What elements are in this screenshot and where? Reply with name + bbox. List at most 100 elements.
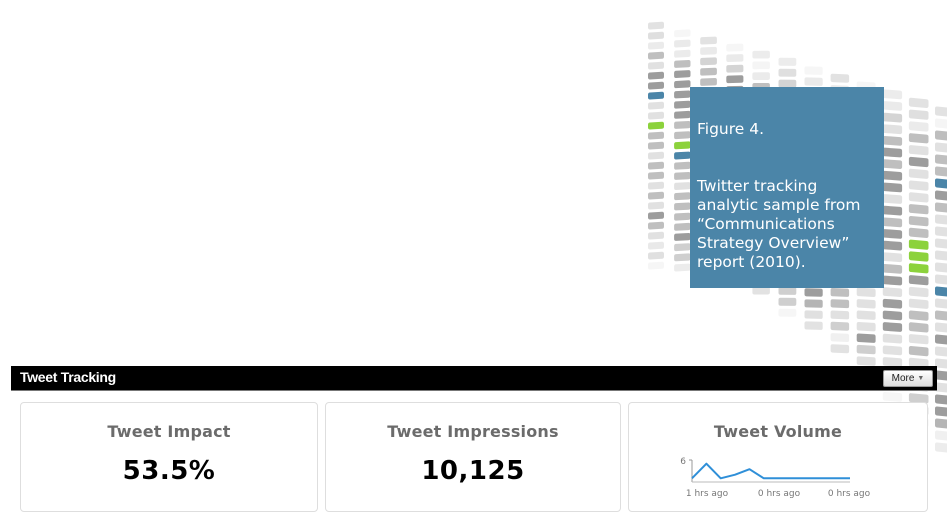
decorative-block — [674, 192, 691, 201]
decorative-block — [674, 141, 691, 150]
decorative-block — [882, 275, 903, 286]
x-tick-label: 0 hrs ago — [758, 489, 801, 499]
decorative-block — [648, 121, 664, 130]
decorative-block — [674, 202, 691, 211]
decorative-block — [908, 121, 929, 132]
decorative-block — [648, 81, 664, 90]
figure-caption-line: Strategy Overview” — [697, 234, 850, 252]
figure-caption-line: “Communications — [697, 215, 835, 233]
decorative-block — [935, 178, 947, 190]
decorative-block — [648, 181, 664, 190]
decorative-block — [648, 231, 664, 240]
decorative-block — [882, 333, 903, 344]
decorative-block — [674, 100, 691, 109]
decorative-block — [804, 321, 823, 330]
decorative-block — [804, 77, 823, 86]
decorative-block — [726, 43, 744, 52]
decorative-block — [882, 217, 903, 228]
decorative-block — [856, 356, 876, 366]
figure-caption-line: analytic sample from — [697, 196, 861, 214]
figure-caption-box: Figure 4. Twitter tracking analytic samp… — [690, 87, 884, 288]
decorative-block — [935, 202, 947, 214]
decorative-block — [882, 310, 903, 321]
decorative-block — [830, 299, 850, 309]
decorative-block — [908, 298, 929, 309]
decorative-block — [674, 161, 691, 170]
decorative-block — [882, 182, 903, 193]
decorative-block — [908, 109, 929, 120]
decorative-block — [935, 442, 947, 454]
decorative-block — [882, 89, 903, 100]
decorative-block — [908, 345, 929, 357]
decorative-block — [935, 118, 947, 130]
decorative-block — [726, 54, 744, 62]
decorative-block — [935, 142, 947, 154]
decorative-block — [674, 233, 691, 241]
decorative-block — [882, 322, 903, 332]
more-button-label: More — [891, 373, 915, 384]
card-title: Tweet Impressions — [387, 422, 559, 441]
series-line-tweet-volume — [691, 462, 850, 480]
decorative-block — [674, 253, 691, 262]
decorative-block — [752, 61, 770, 70]
decorative-block — [830, 333, 850, 343]
decorative-block — [674, 39, 691, 48]
decorative-block — [908, 97, 929, 108]
decorative-block — [648, 201, 664, 210]
decorative-block — [778, 68, 797, 77]
decorative-block — [908, 168, 929, 179]
decorative-block — [726, 64, 744, 73]
decorative-block — [935, 394, 947, 406]
tweet-impressions-card: Tweet Impressions 10,125 — [325, 402, 621, 512]
decorative-block — [648, 131, 664, 140]
decorative-block — [856, 333, 876, 343]
decorative-block — [908, 334, 929, 345]
decorative-block — [778, 57, 797, 66]
decorative-block — [752, 72, 770, 81]
decorative-block — [804, 310, 823, 319]
decorative-block — [882, 124, 903, 135]
decorative-block — [830, 287, 850, 297]
decorative-block — [648, 211, 664, 220]
decorative-block — [804, 299, 823, 308]
decorative-block — [908, 322, 929, 333]
decorative-block — [935, 286, 947, 298]
decorative-block — [908, 286, 929, 298]
decorative-block — [882, 159, 903, 170]
decorative-block — [648, 101, 664, 110]
decorative-block — [674, 121, 691, 129]
decorative-block — [935, 418, 947, 430]
decorative-block — [882, 345, 903, 356]
decorative-block — [935, 322, 947, 334]
decorative-block — [935, 406, 947, 418]
decorative-block — [882, 101, 903, 111]
decorative-block — [908, 275, 929, 286]
decorative-block — [908, 156, 929, 168]
decorative-block — [674, 80, 691, 89]
decorative-block — [674, 131, 691, 140]
decorative-block — [935, 130, 947, 142]
decorative-block — [830, 310, 850, 320]
decorative-block — [648, 251, 664, 260]
figure-title: Figure 4. — [697, 120, 765, 138]
decorative-block — [648, 241, 664, 250]
more-button[interactable]: More ▼ — [883, 370, 933, 387]
decorative-block — [648, 41, 664, 50]
decorative-block — [908, 263, 929, 274]
figure-caption: Twitter tracking analytic sample from “C… — [697, 177, 876, 272]
decorative-block — [935, 166, 947, 178]
tweet-impact-card: Tweet Impact 53.5% — [20, 402, 318, 512]
decorative-block — [674, 172, 691, 180]
decorative-block — [648, 71, 664, 80]
decorative-block — [700, 67, 717, 76]
decorative-block — [882, 170, 903, 181]
decorative-block — [882, 263, 903, 274]
decorative-block — [935, 274, 947, 286]
decorative-block — [935, 262, 947, 274]
decorative-block — [700, 46, 717, 55]
decorative-block — [674, 29, 691, 38]
decorative-block — [804, 288, 823, 297]
y-tick-label: 6 — [680, 457, 686, 467]
decorative-block — [830, 344, 850, 354]
tweet-volume-card: Tweet Volume 6 1 hrs ago 0 hrs ago 0 hrs… — [628, 402, 928, 512]
